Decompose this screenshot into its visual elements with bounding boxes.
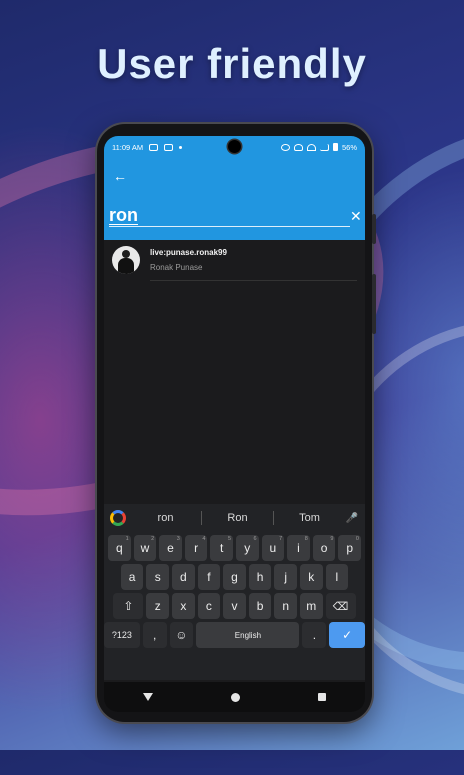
promo-headline: User friendly [97,40,367,87]
eye-icon [280,143,290,151]
key-h[interactable]: h [248,564,272,590]
status-bar: 11:09 AM 56% [104,136,365,158]
key-i[interactable]: i8 [287,535,310,561]
avatar [112,246,140,274]
back-arrow-icon[interactable]: ← [110,166,130,186]
suggestion-3[interactable]: Tom [274,512,345,524]
keyboard: ron Ron Tom 🎤 q1 w2 e3 r4 t5 y6 u7 i8 o9… [104,504,365,680]
key-f[interactable]: f [197,564,221,590]
symbols-key[interactable]: ?123 [104,622,140,648]
key-x[interactable]: x [172,593,195,619]
result-username: live:punase.ronak99 [150,248,227,257]
nav-home-icon[interactable] [231,692,240,702]
key-k[interactable]: k [299,564,323,590]
key-n[interactable]: n [274,593,297,619]
key-y[interactable]: y6 [236,535,259,561]
key-p[interactable]: p0 [338,535,361,561]
phone-screen: 11:09 AM 56% ← ✕ [104,136,365,712]
key-row-3: ⇧ z x c v b n m ⌫ [104,593,365,619]
battery-level: 56% [341,142,357,152]
key-g[interactable]: g [223,564,246,590]
front-camera [228,140,241,153]
key-l[interactable]: l [325,564,349,590]
key-m[interactable]: m [299,593,323,619]
key-w[interactable]: w2 [133,535,157,561]
key-z[interactable]: z [146,593,170,619]
search-input[interactable] [109,205,350,227]
suggestion-bar: ron Ron Tom 🎤 [104,504,365,532]
nav-recents-icon[interactable] [318,693,326,701]
avatar-head [122,250,130,258]
key-row-1: q1 w2 e3 r4 t5 y6 u7 i8 o9 p0 [104,535,365,561]
key-o[interactable]: o9 [312,535,336,561]
battery-icon [332,143,338,151]
key-t[interactable]: t5 [210,535,233,561]
power-button [372,274,376,334]
key-q[interactable]: q1 [108,535,131,561]
suggestion-1[interactable]: ron [130,512,201,524]
key-row-4: ?123 , ☺ English . ✓ [104,622,365,648]
result-display-name: Ronak Punase [150,263,203,272]
search-app-bar: ← ✕ [104,158,365,240]
list-item[interactable]: live:punase.ronak99 Ronak Punase [104,240,365,290]
sync-icon [149,143,159,151]
search-row: ✕ [109,198,362,234]
enter-check-icon[interactable]: ✓ [329,622,365,648]
google-icon[interactable] [110,510,126,526]
hotspot-icon [293,143,303,151]
key-d[interactable]: d [172,564,195,590]
key-e[interactable]: e3 [159,535,182,561]
volume-button [372,214,376,244]
key-c[interactable]: c [197,593,221,619]
clear-search-icon[interactable]: ✕ [350,204,362,228]
shift-icon[interactable]: ⇧ [113,593,144,619]
period-key[interactable]: . [302,622,327,648]
status-time: 11:09 AM [112,142,144,152]
key-u[interactable]: u7 [261,535,285,561]
key-b[interactable]: b [248,593,272,619]
key-row-2: a s d f g h j k l [104,564,365,590]
key-s[interactable]: s [146,564,170,590]
result-text: live:punase.ronak99 Ronak Punase [150,246,357,281]
key-a[interactable]: a [120,564,144,590]
notification-dot-icon [179,145,183,149]
wifi-icon [306,143,316,151]
signal-icon [319,143,329,151]
avatar-body [118,258,134,274]
nav-back-icon[interactable] [143,693,153,701]
comma-key[interactable]: , [142,622,167,648]
backspace-icon[interactable]: ⌫ [325,593,356,619]
key-v[interactable]: v [223,593,246,619]
key-r[interactable]: r4 [184,535,208,561]
emoji-icon[interactable]: ☺ [169,622,194,648]
key-j[interactable]: j [274,564,297,590]
suggestion-2[interactable]: Ron [202,512,273,524]
navigation-bar [104,682,365,712]
phone-frame: 11:09 AM 56% ← ✕ [97,124,376,722]
space-key[interactable]: English [196,622,300,648]
message-icon [164,143,174,151]
mic-icon[interactable]: 🎤 [345,513,359,524]
